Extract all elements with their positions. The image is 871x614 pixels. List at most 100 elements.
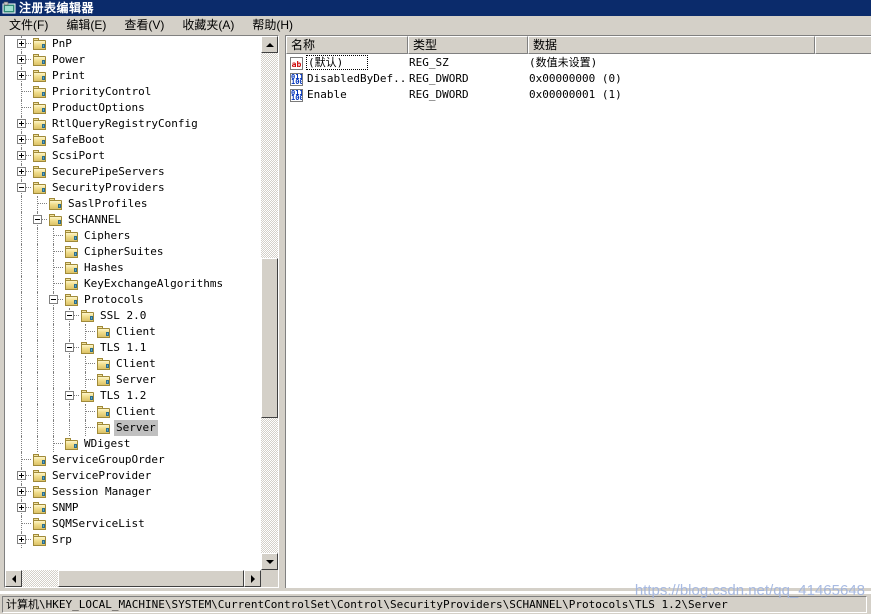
tree-item[interactable]: ServiceProvider — [5, 468, 261, 484]
tree-item[interactable]: ScsiPort — [5, 148, 261, 164]
tree-guide-line — [21, 228, 23, 244]
tree-guide-line — [21, 372, 23, 388]
column-header-data[interactable]: 数据 — [528, 36, 815, 54]
registry-tree-viewport[interactable]: NsiPCWPnPPowerPrintPriorityControlProduc… — [5, 36, 261, 570]
tree-item[interactable]: PriorityControl — [5, 84, 261, 100]
tree-item[interactable]: Server — [5, 372, 261, 388]
tree-item[interactable]: SecurityProviders — [5, 180, 261, 196]
tree-vertical-scroll-thumb[interactable] — [261, 258, 278, 418]
tree-item[interactable]: Power — [5, 52, 261, 68]
tree-item-label: ScsiPort — [52, 149, 105, 162]
registry-key-folder-icon — [96, 326, 112, 339]
tree-scroll-right-button[interactable] — [244, 570, 261, 587]
tree-item[interactable]: Hashes — [5, 260, 261, 276]
registry-editor-icon — [2, 1, 16, 15]
expand-plus-icon[interactable] — [17, 151, 26, 160]
tree-item[interactable]: Client — [5, 404, 261, 420]
tree-item[interactable]: TLS 1.2 — [5, 388, 261, 404]
expand-plus-icon[interactable] — [17, 471, 26, 480]
tree-item[interactable]: Server — [5, 420, 261, 436]
tree-guide-line — [37, 260, 39, 276]
collapse-minus-icon[interactable] — [33, 215, 42, 224]
tree-horizontal-scrollbar[interactable] — [5, 570, 261, 587]
tree-guide-line — [21, 260, 23, 276]
registry-key-folder-icon — [32, 454, 48, 467]
menu-edit[interactable]: 编辑(E) — [57, 16, 115, 35]
collapse-minus-icon[interactable] — [49, 295, 58, 304]
expand-plus-icon[interactable] — [17, 71, 26, 80]
tree-item[interactable]: ServiceGroupOrder — [5, 452, 261, 468]
registry-key-folder-icon — [64, 438, 80, 451]
expand-plus-icon[interactable] — [17, 119, 26, 128]
tree-scroll-up-button[interactable] — [261, 36, 278, 53]
tree-item-label: WDigest — [84, 437, 131, 450]
menu-view[interactable]: 查看(V) — [115, 16, 173, 35]
tree-item[interactable]: TLS 1.1 — [5, 340, 261, 356]
tree-scroll-left-button[interactable] — [5, 570, 22, 587]
tree-guide-line — [21, 404, 23, 420]
expand-plus-icon[interactable] — [17, 535, 26, 544]
collapse-minus-icon[interactable] — [17, 183, 26, 192]
tree-item[interactable]: SafeBoot — [5, 132, 261, 148]
tree-guide-line — [21, 212, 23, 228]
column-header-type[interactable]: 类型 — [408, 36, 528, 54]
triangle-down-icon — [265, 559, 274, 564]
value-row[interactable]: 011 100 DisabledByDef... REG_DWORD 0x0000000… — [286, 71, 871, 87]
registry-key-folder-icon — [96, 374, 112, 387]
tree-item[interactable]: PnP — [5, 36, 261, 52]
tree-item[interactable]: ProductOptions — [5, 100, 261, 116]
expand-plus-icon[interactable] — [17, 487, 26, 496]
tree-item[interactable]: SecurePipeServers — [5, 164, 261, 180]
column-header-name[interactable]: 名称 — [286, 36, 408, 54]
expand-plus-icon[interactable] — [17, 503, 26, 512]
menu-favorites[interactable]: 收藏夹(A) — [173, 16, 243, 35]
expand-plus-icon[interactable] — [17, 135, 26, 144]
registry-tree-pane[interactable]: NsiPCWPnPPowerPrintPriorityControlProduc… — [4, 35, 279, 588]
tree-item[interactable]: Ciphers — [5, 228, 261, 244]
tree-guide-line — [37, 356, 39, 372]
tree-scroll-down-button[interactable] — [261, 553, 278, 570]
tree-item-label: Power — [52, 53, 86, 66]
registry-key-folder-icon — [32, 150, 48, 163]
registry-key-folder-icon — [64, 246, 80, 259]
tree-item[interactable]: RtlQueryRegistryConfig — [5, 116, 261, 132]
registry-key-folder-icon — [32, 486, 48, 499]
client-area: NsiPCWPnPPowerPrintPriorityControlProduc… — [0, 35, 871, 591]
tree-item[interactable]: SQMServiceList — [5, 516, 261, 532]
tree-item[interactable]: Srp — [5, 532, 261, 548]
expand-plus-icon[interactable] — [17, 39, 26, 48]
status-path: 计算机\HKEY_LOCAL_MACHINE\SYSTEM\CurrentCon… — [2, 596, 867, 613]
menu-help[interactable]: 帮助(H) — [243, 16, 302, 35]
tree-item[interactable]: CipherSuites — [5, 244, 261, 260]
collapse-minus-icon[interactable] — [65, 391, 74, 400]
expand-plus-icon[interactable] — [17, 55, 26, 64]
tree-guide-line — [37, 244, 39, 260]
collapse-minus-icon[interactable] — [65, 311, 74, 320]
value-row[interactable]: ab (默认) REG_SZ (数值未设置) — [286, 55, 871, 71]
tree-item[interactable]: Session Manager — [5, 484, 261, 500]
tree-item[interactable]: SNMP — [5, 500, 261, 516]
menu-file[interactable]: 文件(F) — [0, 16, 57, 35]
collapse-minus-icon[interactable] — [65, 343, 74, 352]
registry-key-folder-icon — [80, 390, 96, 403]
value-row[interactable]: 011 100 Enable REG_DWORD 0x00000001 (1) — [286, 87, 871, 103]
tree-item[interactable]: WDigest — [5, 436, 261, 452]
registry-values-pane[interactable]: 名称 类型 数据 ab (默认) REG_SZ (数值未设置) 011 100 Disabl… — [285, 35, 871, 588]
tree-guide-line — [21, 356, 23, 372]
tree-item-label: SaslProfiles — [68, 197, 148, 210]
tree-item[interactable]: Protocols — [5, 292, 261, 308]
tree-item[interactable]: SSL 2.0 — [5, 308, 261, 324]
tree-item-label: TLS 1.1 — [100, 341, 147, 354]
tree-item[interactable]: SaslProfiles — [5, 196, 261, 212]
tree-item-label: SecurityProviders — [52, 181, 165, 194]
tree-item[interactable]: Print — [5, 68, 261, 84]
expand-plus-icon[interactable] — [17, 167, 26, 176]
registry-key-folder-icon — [32, 182, 48, 195]
tree-item[interactable]: Client — [5, 324, 261, 340]
tree-vertical-scrollbar[interactable] — [261, 36, 278, 570]
tree-item[interactable]: KeyExchangeAlgorithms — [5, 276, 261, 292]
tree-item[interactable]: Client — [5, 356, 261, 372]
tree-elbow-line — [54, 235, 63, 237]
tree-item[interactable]: SCHANNEL — [5, 212, 261, 228]
tree-horizontal-scroll-thumb[interactable] — [58, 570, 244, 587]
